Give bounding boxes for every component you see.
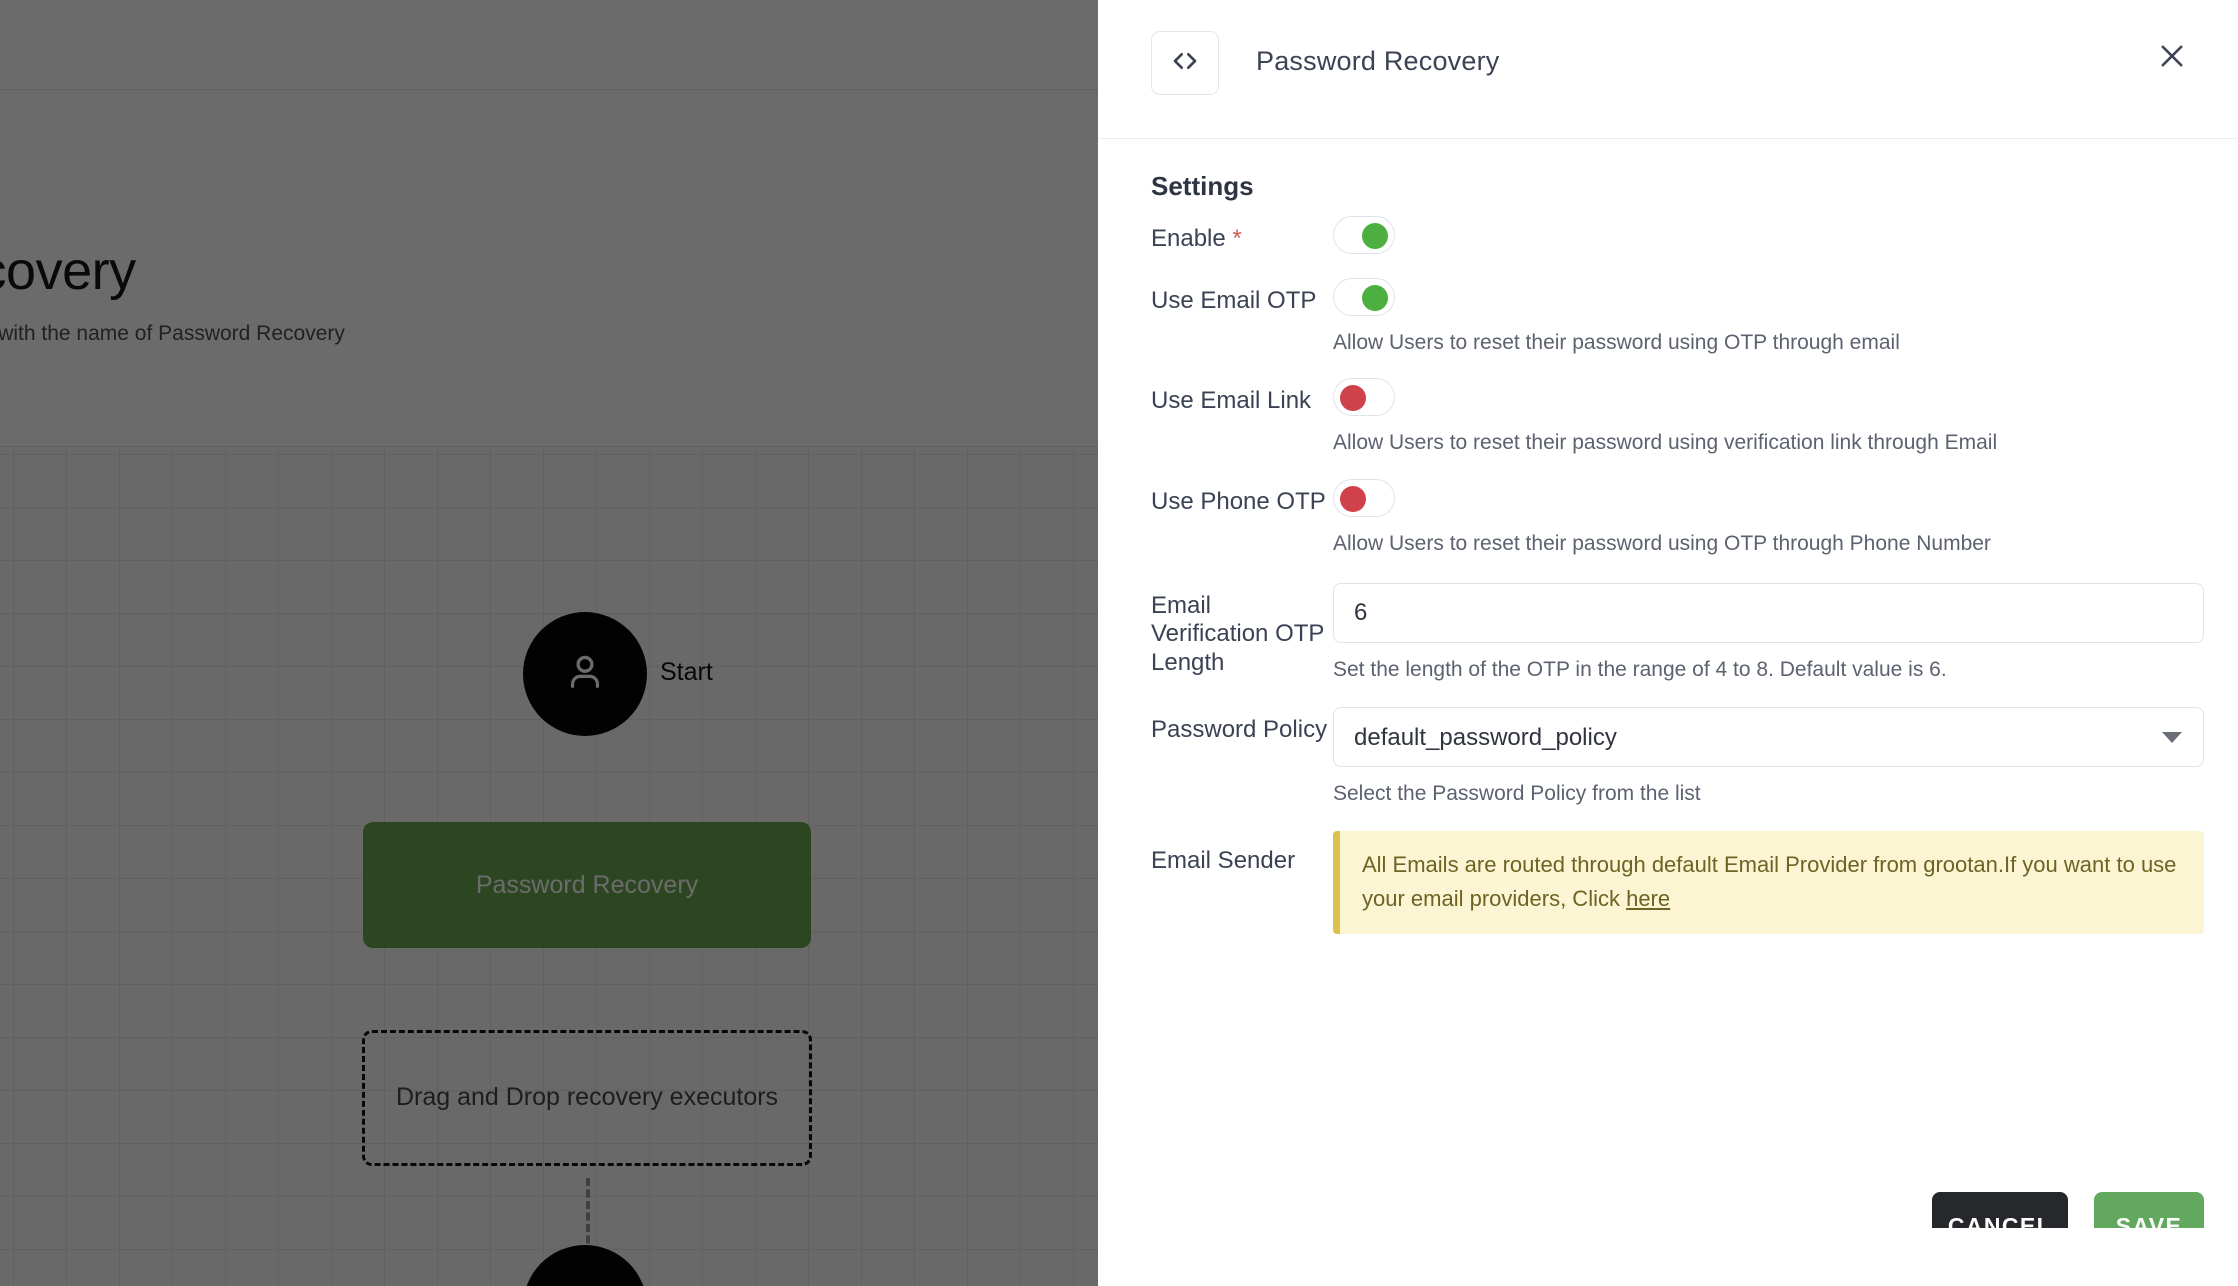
label-use-phone-otp: Use Phone OTP	[1151, 487, 1326, 515]
form-row-password-policy: Password Policy default_password_policy …	[1098, 707, 2238, 807]
code-view-button[interactable]	[1151, 31, 1219, 95]
form-row-use-email-otp: Use Email OTP Allow Users to reset their…	[1098, 278, 2238, 356]
email-provider-link[interactable]: here	[1626, 886, 1670, 911]
settings-form: Enable * Use Email OTP Allow Users to re…	[1098, 216, 2238, 952]
drawer-body: Settings Enable * Use Email OTP Allow Us…	[1098, 139, 2238, 1228]
toggle-knob	[1362, 223, 1388, 249]
label-password-policy: Password Policy	[1151, 716, 1328, 744]
app-background: rd Recovery nrecovery Flow with the name…	[0, 0, 1098, 1286]
label-use-email-link: Use Email Link	[1151, 387, 1312, 415]
label-use-email-otp: Use Email OTP	[1151, 287, 1317, 314]
drawer-header: Password Recovery	[1098, 0, 2238, 139]
drawer-actions: CANCEL SAVE	[1932, 1192, 2204, 1228]
toggle-use-email-link[interactable]	[1333, 378, 1395, 417]
form-row-use-phone-otp: Use Phone OTP Allow Users to reset their…	[1098, 478, 2238, 557]
toggle-use-phone-otp[interactable]	[1333, 478, 1395, 517]
label-email-sender: Email Sender	[1151, 847, 1296, 875]
close-icon	[2155, 39, 2189, 76]
email-sender-notice-text: All Emails are routed through default Em…	[1362, 852, 2177, 911]
help-otp-length: Set the length of the OTP in the range o…	[1333, 657, 1947, 681]
cancel-button[interactable]: CANCEL	[1932, 1192, 2068, 1228]
form-row-use-email-link: Use Email Link Allow Users to reset thei…	[1098, 378, 2238, 456]
control-email-sender: All Emails are routed through default Em…	[1333, 831, 2204, 935]
close-button[interactable]	[2142, 27, 2202, 87]
help-use-email-otp: Allow Users to reset their password usin…	[1333, 331, 1900, 354]
settings-section-title: Settings	[1151, 171, 1254, 201]
modal-backdrop[interactable]	[0, 0, 1098, 1286]
help-password-policy: Select the Password Policy from the list	[1333, 782, 1701, 806]
control-enable	[1333, 216, 2204, 254]
help-use-phone-otp: Allow Users to reset their password usin…	[1333, 531, 1991, 555]
toggle-knob	[1362, 285, 1388, 311]
password-policy-select[interactable]: default_password_policy	[1333, 707, 2204, 768]
email-sender-notice: All Emails are routed through default Em…	[1333, 831, 2204, 935]
password-policy-select-wrap: default_password_policy	[1333, 707, 2204, 768]
toggle-use-email-otp[interactable]	[1333, 278, 1395, 316]
label-enable: Enable *	[1151, 225, 1242, 252]
form-row-otp-length: Email Verification OTP Length Set the le…	[1098, 582, 2238, 683]
control-otp-length: Set the length of the OTP in the range o…	[1333, 582, 2204, 683]
control-use-email-otp: Allow Users to reset their password usin…	[1333, 278, 2204, 356]
form-row-email-sender: Email Sender All Emails are routed throu…	[1098, 831, 2238, 935]
toggle-knob	[1340, 485, 1366, 512]
control-use-email-link: Allow Users to reset their password usin…	[1333, 378, 2204, 456]
form-row-enable: Enable *	[1098, 216, 2238, 254]
code-brackets-icon	[1169, 45, 1201, 82]
control-password-policy: default_password_policy Select the Passw…	[1333, 707, 2204, 807]
help-use-email-link: Allow Users to reset their password usin…	[1333, 431, 1998, 455]
save-button[interactable]: SAVE	[2094, 1192, 2204, 1228]
control-use-phone-otp: Allow Users to reset their password usin…	[1333, 478, 2204, 557]
toggle-enable[interactable]	[1333, 216, 1395, 254]
required-star: *	[1225, 225, 1242, 252]
otp-length-input[interactable]	[1333, 582, 2204, 643]
password-recovery-drawer: Password Recovery Settings Enable * Use …	[1098, 0, 2238, 1286]
drawer-title: Password Recovery	[1256, 46, 1500, 76]
toggle-knob	[1340, 385, 1366, 412]
label-otp-length: Email Verification OTP Length	[1151, 591, 1324, 676]
